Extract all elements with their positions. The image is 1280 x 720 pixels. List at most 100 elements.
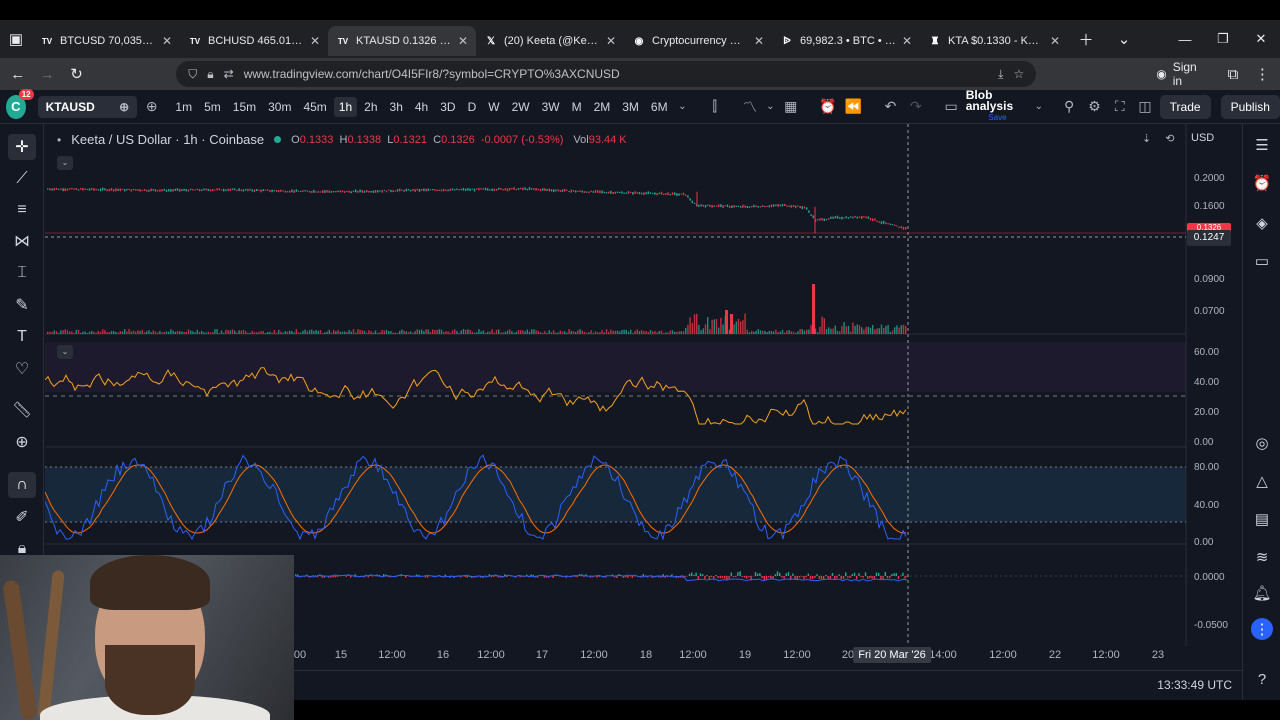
url-text[interactable]: www.tradingview.com/chart/O4I5FIr8/?symb… (244, 67, 988, 81)
layout-name-button[interactable]: Blob analysis Save (966, 89, 1029, 123)
interval-W[interactable]: W (483, 97, 504, 117)
interval-6M[interactable]: 6M (646, 97, 673, 117)
alert-icon[interactable]: ⏰ (817, 98, 838, 115)
interval-4h[interactable]: 4h (410, 97, 433, 117)
fib-icon[interactable]: ≡ (8, 197, 36, 223)
interval-2W[interactable]: 2W (507, 97, 535, 117)
browser-tab[interactable]: TV BTCUSD 70,035.08 ▲ - ✕ (32, 26, 180, 56)
tab-close-icon[interactable]: ✕ (606, 34, 616, 48)
trade-button[interactable]: Trade (1159, 94, 1211, 119)
undo-icon[interactable]: ↶ (880, 98, 901, 115)
tab-close-icon[interactable]: ✕ (754, 34, 764, 48)
layout-chevron-icon[interactable]: ⌄ (1033, 101, 1044, 112)
templates-icon[interactable]: ▦ (780, 98, 801, 115)
interval-1h[interactable]: 1h (333, 96, 358, 117)
crosshair-icon[interactable]: ✛ (8, 134, 36, 160)
interval-3M[interactable]: 3M (617, 97, 644, 117)
interval-15m[interactable]: 15m (228, 97, 261, 117)
shield-icon[interactable]: ⛉ (188, 67, 197, 82)
help-icon[interactable]: ? (1251, 668, 1273, 690)
browser-tab[interactable]: ♜ KTA $0.1330 - Keeta / ✕ (920, 26, 1068, 56)
browser-tab[interactable]: TV BCHUSD 465.01 ▲ +2. ✕ (180, 26, 328, 56)
tab-search-icon[interactable]: ▣ (0, 30, 32, 48)
compare-icon[interactable]: ⊕ (119, 100, 129, 114)
interval-1m[interactable]: 1m (170, 97, 197, 117)
interval-45m[interactable]: 45m (298, 97, 331, 117)
zoom-in-icon[interactable]: ⊕ (8, 429, 36, 455)
tab-close-icon[interactable]: ✕ (1050, 34, 1060, 48)
extensions-icon[interactable]: ⧉ (1223, 66, 1242, 83)
target-icon[interactable]: ◎ (1251, 432, 1273, 454)
interval-30m[interactable]: 30m (263, 97, 296, 117)
tab-close-icon[interactable]: ✕ (162, 34, 172, 48)
interval-3D[interactable]: 3D (435, 97, 460, 117)
symbol-search[interactable]: KTAUSD ⊕ (37, 95, 138, 118)
settings-gear-icon[interactable]: ⚙ (1084, 98, 1105, 115)
site-settings-icon[interactable]: ⇄ (224, 67, 234, 81)
ruler-icon[interactable]: 📏︎ (8, 397, 36, 423)
indicators-icon[interactable]: 〽 (739, 97, 760, 117)
currency-select[interactable]: USD (1191, 132, 1214, 144)
watchlist-icon[interactable]: ☰ (1251, 134, 1273, 156)
replay-icon[interactable]: ⏪ (843, 98, 864, 115)
browser-tab[interactable]: 𝕏 (20) Keeta (@KeetaNe ✕ (476, 26, 624, 56)
back-button[interactable]: ← (8, 66, 27, 83)
interval-D[interactable]: D (463, 97, 482, 117)
utc-clock[interactable]: 13:33:49 UTC (1157, 678, 1232, 692)
add-symbol-icon[interactable]: ⊕ (141, 98, 162, 115)
browser-tab[interactable]: TV KTAUSD 0.1326 ▼ -1. ✕ (328, 26, 476, 56)
browser-tab[interactable]: ◉ Cryptocurrency Prices ✕ (624, 26, 772, 56)
projection-icon[interactable]: ⌶ (8, 260, 36, 286)
interval-M[interactable]: M (567, 97, 587, 117)
legend-collapse-chevron-icon[interactable]: ⌄ (57, 156, 73, 170)
interval-2h[interactable]: 2h (359, 97, 382, 117)
forward-button[interactable]: → (37, 66, 56, 83)
calendar-icon[interactable]: ▤ (1251, 508, 1273, 530)
trend-line-icon[interactable]: ⟋ (8, 166, 36, 192)
text-tool-icon[interactable]: T (8, 324, 36, 350)
interval-3h[interactable]: 3h (385, 97, 408, 117)
user-avatar[interactable]: C 12 (6, 88, 34, 119)
interval-chevron-icon[interactable]: ⌄ (677, 101, 688, 112)
interval-3W[interactable]: 3W (537, 97, 565, 117)
interval-2M[interactable]: 2M (589, 97, 616, 117)
layers-icon[interactable]: ◈ (1251, 212, 1273, 234)
quick-search-icon[interactable]: ⚲ (1059, 98, 1080, 115)
minimize-button[interactable]: — (1166, 32, 1204, 47)
signin-button[interactable]: ◉ Sign in (1156, 60, 1199, 88)
candle-type-icon[interactable]: ⫿ (704, 98, 725, 115)
tab-close-icon[interactable]: ✕ (902, 34, 912, 48)
bookmark-star-icon[interactable]: ☆ (1013, 67, 1024, 81)
notifications-bell-icon[interactable]: 🔔︎ (1251, 582, 1273, 604)
apps-grid-icon[interactable]: ⋮ (1251, 618, 1273, 640)
patterns-icon[interactable]: ⋈ (8, 228, 36, 254)
magnet-icon[interactable]: ∩ (8, 472, 36, 498)
reload-button[interactable]: ↻ (67, 65, 86, 83)
tab-list-chevron-icon[interactable]: ⌄ (1112, 30, 1136, 48)
auto-scale-icon[interactable]: ⟲ (1165, 132, 1174, 145)
browser-tab[interactable]: ᐉ 69,982.3 • BTC • Lighte ✕ (772, 26, 920, 56)
layout-icon[interactable]: ▭ (940, 98, 961, 115)
ideas-icon[interactable]: △ (1251, 470, 1273, 492)
indicators-chevron-icon[interactable]: ⌄ (765, 101, 776, 112)
snapshot-icon[interactable]: ◫ (1134, 98, 1155, 115)
new-tab-button[interactable]: ＋ (1074, 29, 1098, 50)
news-feed-icon[interactable]: ≋ (1251, 546, 1273, 568)
restore-button[interactable]: ❐ (1204, 31, 1242, 47)
legend-title[interactable]: Keeta / US Dollar · 1h · Coinbase (71, 132, 264, 147)
publish-button[interactable]: Publish (1220, 94, 1280, 119)
lock-icon[interactable]: 🔒︎ (207, 67, 213, 82)
fullscreen-icon[interactable]: ⛶ (1109, 98, 1130, 115)
brush-icon[interactable]: ✎ (8, 292, 36, 318)
close-window-button[interactable]: ✕ (1242, 31, 1280, 47)
scroll-down-icon[interactable]: ⇣ (1142, 132, 1151, 145)
chat-icon[interactable]: ▭ (1251, 250, 1273, 272)
rsi-collapse-chevron-icon[interactable]: ⌄ (57, 345, 73, 359)
install-app-icon[interactable]: ⤓ (998, 67, 1003, 82)
tab-close-icon[interactable]: ✕ (310, 34, 320, 48)
interval-5m[interactable]: 5m (199, 97, 226, 117)
redo-icon[interactable]: ↷ (905, 98, 926, 115)
address-bar[interactable]: ⛉ 🔒︎ ⇄ www.tradingview.com/chart/O4I5FIr… (176, 61, 1037, 87)
favorite-heart-icon[interactable]: ♡ (8, 356, 36, 382)
tab-close-icon[interactable]: ✕ (458, 34, 468, 48)
